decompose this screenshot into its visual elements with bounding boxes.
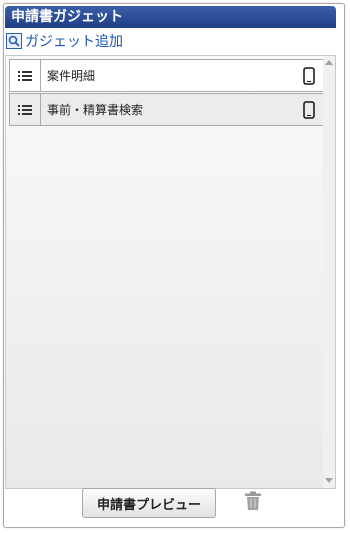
preview-button[interactable]: 申請書プレビュー — [82, 488, 216, 518]
smartphone-icon[interactable] — [295, 66, 323, 85]
gadget-item[interactable]: 事前・精算書検索 — [9, 93, 324, 126]
vertical-scrollbar[interactable] — [323, 56, 335, 488]
gadget-item[interactable]: 案件明細 — [9, 59, 324, 92]
gadget-list[interactable]: 案件明細 事前・精算書検索 — [5, 55, 336, 489]
scroll-down-arrow-icon[interactable] — [325, 478, 333, 483]
list-icon[interactable] — [10, 60, 41, 91]
search-icon — [6, 33, 22, 49]
panel-title: 申請書ガジェット — [5, 6, 336, 28]
trash-icon[interactable] — [244, 491, 262, 511]
add-gadget-label: ガジェット追加 — [25, 34, 123, 50]
add-gadget-link[interactable]: ガジェット追加 — [6, 31, 123, 51]
smartphone-icon[interactable] — [295, 100, 323, 119]
list-icon[interactable] — [10, 94, 41, 125]
scroll-up-arrow-icon[interactable] — [325, 60, 333, 65]
gadget-item-label: 事前・精算書検索 — [47, 103, 144, 117]
gadget-item-label: 案件明細 — [47, 69, 96, 83]
